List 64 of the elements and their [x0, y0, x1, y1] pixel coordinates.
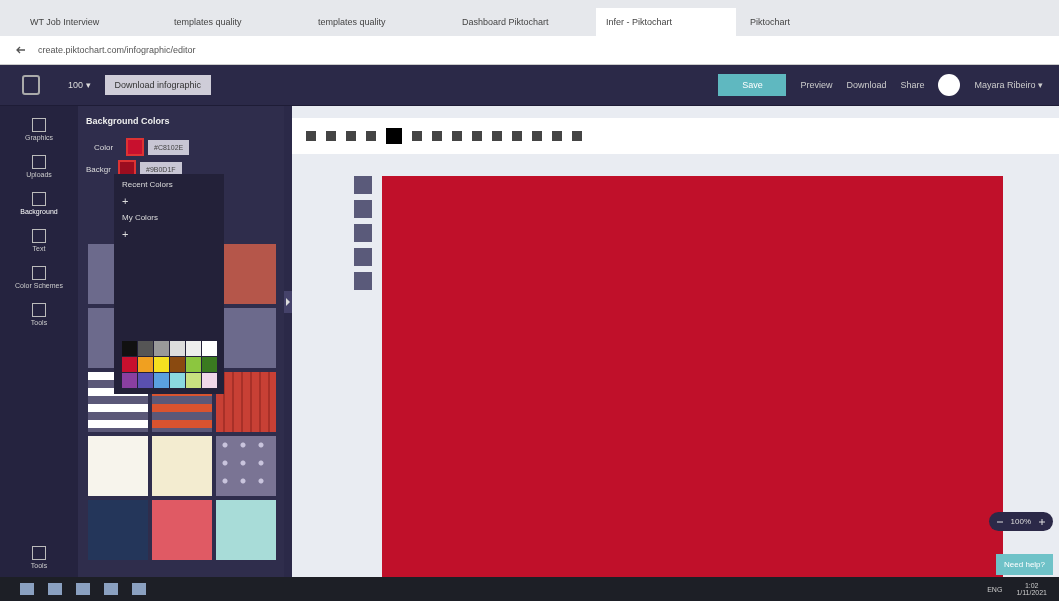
block-tool-icon[interactable] [354, 248, 372, 266]
logo-icon[interactable] [22, 75, 40, 95]
address-bar[interactable]: create.piktochart.com/infographic/editor [38, 45, 196, 55]
zoom-control[interactable]: 100% [988, 512, 1053, 531]
color-swatch[interactable] [122, 357, 137, 372]
toolbar-action[interactable]: Share [900, 80, 925, 90]
taskbar-icon[interactable] [48, 583, 62, 595]
avatar-icon[interactable] [938, 74, 961, 96]
browser-tab[interactable]: Dashboard Piktochart [452, 8, 592, 36]
collapse-handle[interactable] [284, 290, 292, 313]
browser-tab[interactable]: templates quality [164, 8, 304, 36]
color-swatch[interactable] [138, 373, 153, 388]
color-swatch[interactable] [186, 357, 201, 372]
pattern-tile[interactable] [216, 436, 276, 496]
color-swatch[interactable] [122, 373, 137, 388]
browser-tab[interactable]: templates quality [308, 8, 448, 36]
section-label: Backgr [86, 164, 112, 174]
taskbar-icon[interactable] [132, 583, 146, 595]
browser-tab[interactable]: WT Job Interview [20, 8, 160, 36]
color-swatch[interactable] [186, 341, 201, 356]
pattern-tile[interactable] [216, 372, 276, 432]
color-swatch[interactable] [154, 373, 169, 388]
toolbar-action[interactable]: Download [846, 80, 887, 90]
toolbar-action[interactable]: Preview [800, 80, 833, 90]
color-swatch[interactable] [138, 341, 153, 356]
color-swatch[interactable] [202, 373, 217, 388]
minus-icon[interactable] [996, 518, 1003, 525]
taskbar-icon[interactable] [104, 583, 118, 595]
zoom-level: 100% [1010, 517, 1031, 526]
block-tool-icon[interactable] [354, 200, 372, 218]
user-menu[interactable]: Mayara Ribeiro ▾ [974, 80, 1043, 90]
taskbar-icon[interactable] [76, 583, 90, 595]
color-swatch[interactable] [202, 357, 217, 372]
color-swatch[interactable] [170, 373, 185, 388]
tool-icon[interactable] [386, 128, 402, 144]
color-swatch[interactable] [138, 357, 153, 372]
template-button[interactable]: Download infographic [104, 75, 212, 95]
back-icon[interactable] [16, 45, 26, 55]
block-tool-icon[interactable] [354, 224, 372, 242]
plus-icon[interactable] [1039, 518, 1045, 525]
recent-colors-label: Recent Colors [122, 180, 174, 189]
color-swatch[interactable] [154, 341, 169, 356]
block-tool-icon[interactable] [354, 176, 372, 194]
my-colors-label: My Colors [122, 213, 159, 222]
color-label: Color [94, 142, 115, 152]
pattern-tile[interactable] [88, 436, 148, 496]
taskbar-icon[interactable] [20, 583, 34, 595]
color-swatch[interactable] [202, 341, 217, 356]
block-tool-icon[interactable] [354, 272, 372, 290]
color-swatch[interactable] [170, 341, 185, 356]
add-color-button[interactable]: + [122, 195, 134, 207]
add-color-button[interactable]: + [122, 228, 134, 240]
color-swatch[interactable] [122, 341, 137, 356]
pattern-tile[interactable] [216, 500, 276, 560]
pattern-tile[interactable] [152, 436, 212, 496]
browser-tab[interactable]: Infer - Piktochart [596, 8, 736, 36]
color-swatch[interactable] [170, 357, 185, 372]
color-swatch[interactable] [154, 357, 169, 372]
color-swatch[interactable] [126, 138, 144, 156]
pattern-tile[interactable] [152, 500, 212, 560]
browser-tab[interactable]: Piktochart [740, 8, 880, 36]
color-swatch[interactable] [186, 373, 201, 388]
panel-title: Background Colors [86, 116, 171, 126]
size-dropdown[interactable]: 100 ▾ [68, 80, 91, 90]
